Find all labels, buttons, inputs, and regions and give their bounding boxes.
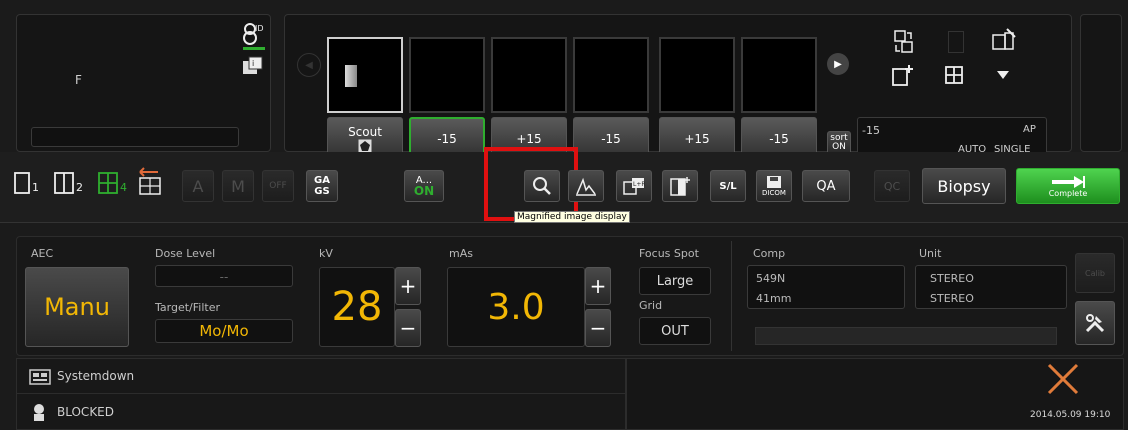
unit-label: Unit [919, 247, 942, 260]
kv-minus-button[interactable]: − [395, 309, 421, 347]
focus-spot-label: Focus Spot [639, 247, 699, 260]
svg-text:ID: ID [255, 24, 264, 33]
patient-sex: F [75, 73, 82, 87]
x-mark-icon [1047, 363, 1079, 395]
lr-flip-button[interactable]: L+R [616, 170, 652, 202]
thumbnail-6[interactable] [741, 37, 817, 113]
mas-minus-button[interactable]: − [585, 309, 611, 347]
mas-label: mAs [449, 247, 473, 260]
thumbnail-2[interactable] [409, 37, 485, 113]
system-icon [29, 369, 51, 385]
tools-button[interactable] [1075, 301, 1115, 345]
image-swap-icon[interactable] [136, 166, 164, 198]
focus-spot-field[interactable]: Large [639, 267, 711, 295]
systemdown-text: Systemdown [57, 369, 135, 383]
mas-plus-button[interactable]: + [585, 267, 611, 305]
datetime: 2014.05.09 19:10 [1030, 410, 1111, 420]
progress-bar [755, 327, 1057, 345]
auto-on-button[interactable]: A... ON [404, 170, 444, 202]
grid-field[interactable]: OUT [639, 317, 711, 345]
chevron-down-icon[interactable] [997, 71, 1009, 79]
qc-button: QC [874, 170, 910, 202]
dicom-button[interactable]: DICOM [756, 170, 792, 202]
grid-label: Grid [639, 299, 663, 312]
thumbnail-scout[interactable] [327, 37, 403, 113]
patient-id-icon[interactable]: ID [241, 21, 267, 51]
thumbnail-3[interactable] [491, 37, 567, 113]
blocked-text: BLOCKED [57, 405, 115, 419]
off-button: OFF [262, 170, 294, 202]
target-filter-field[interactable]: Mo/Mo [155, 319, 293, 343]
kv-plus-button[interactable]: + [395, 267, 421, 305]
add-image-icon[interactable] [891, 63, 915, 87]
mas-field: 3.0 [447, 267, 585, 347]
scroll-left-button[interactable]: ◀ [297, 53, 321, 77]
swap-images-icon[interactable] [893, 29, 915, 55]
aec-label: AEC [31, 247, 54, 260]
flip-lr-icon: L+R [623, 178, 646, 195]
ga-gs-button[interactable]: GA GS [306, 170, 338, 202]
view-position: AP [1023, 124, 1036, 135]
m-mode-button: M [222, 170, 254, 202]
mask-button[interactable] [662, 170, 698, 202]
systemdown-row: Systemdown [17, 359, 625, 394]
layout-4-button[interactable]: 4 [98, 172, 127, 194]
complete-button[interactable]: Complete [1016, 168, 1120, 204]
divider [731, 241, 732, 351]
patient-name-field[interactable] [31, 127, 239, 147]
target-filter-label: Target/Filter [155, 301, 220, 314]
histogram-button[interactable] [568, 170, 604, 202]
unit-box: STEREO STEREO [915, 265, 1067, 309]
kv-field: 28 [319, 267, 395, 347]
thumbnail-panel: ◀ Scout -15 +15 -15 +15 -15 ▶ sort ON -1… [284, 14, 1072, 161]
pentagon-icon [358, 139, 372, 153]
layout-2-button[interactable]: 2 [54, 172, 83, 194]
sl-button[interactable]: S/L [710, 170, 746, 202]
unit-value-1: STEREO [930, 272, 974, 285]
biopsy-button[interactable]: Biopsy [922, 168, 1006, 204]
layout-1-button[interactable]: 1 [14, 172, 39, 194]
status-area: Systemdown BLOCKED [16, 358, 626, 430]
dose-level-field[interactable]: -- [155, 265, 293, 287]
patient-info-icon[interactable]: i [241, 55, 265, 77]
side-panel-right [1080, 14, 1122, 152]
patient-panel: F ID i [16, 14, 271, 152]
dose-level-label: Dose Level [155, 247, 216, 260]
view-angle: -15 [862, 124, 880, 137]
highlight-box [484, 147, 578, 221]
disabled-slot-icon [948, 31, 964, 53]
svg-text:i: i [252, 59, 254, 68]
a-mode-button: A [182, 170, 214, 202]
arrow-right-icon [1052, 175, 1085, 188]
tooltip: Magnified image display [514, 211, 630, 223]
comp-box: 549N 41mm [747, 265, 905, 309]
calib-button: Calib [1075, 253, 1115, 293]
mask-icon [670, 177, 690, 196]
exposure-panel: AEC Manu Dose Level -- Target/Filter Mo/… [16, 236, 1124, 356]
tools-icon [1085, 314, 1105, 333]
qa-button[interactable]: QA [802, 170, 850, 202]
blocked-row: BLOCKED [17, 395, 625, 429]
scroll-right-button[interactable]: ▶ [827, 53, 849, 75]
grid-layout-icon[interactable] [944, 65, 964, 85]
comp-force: 549N [756, 272, 786, 285]
comp-thickness: 41mm [756, 292, 792, 305]
view-info-box: -15 AP AUTO SINGLE [857, 117, 1047, 157]
thumbnail-4[interactable] [573, 37, 649, 113]
histogram-icon [576, 177, 596, 196]
svg-text:L+R: L+R [633, 181, 646, 188]
thumbnail-5[interactable] [659, 37, 735, 113]
unit-value-2: STEREO [930, 292, 974, 305]
user-icon [34, 404, 44, 421]
floppy-icon [767, 176, 781, 188]
comp-label: Comp [753, 247, 786, 260]
annotate-icon[interactable] [991, 27, 1017, 53]
aec-button[interactable]: Manu [25, 267, 129, 347]
kv-label: kV [319, 247, 333, 260]
